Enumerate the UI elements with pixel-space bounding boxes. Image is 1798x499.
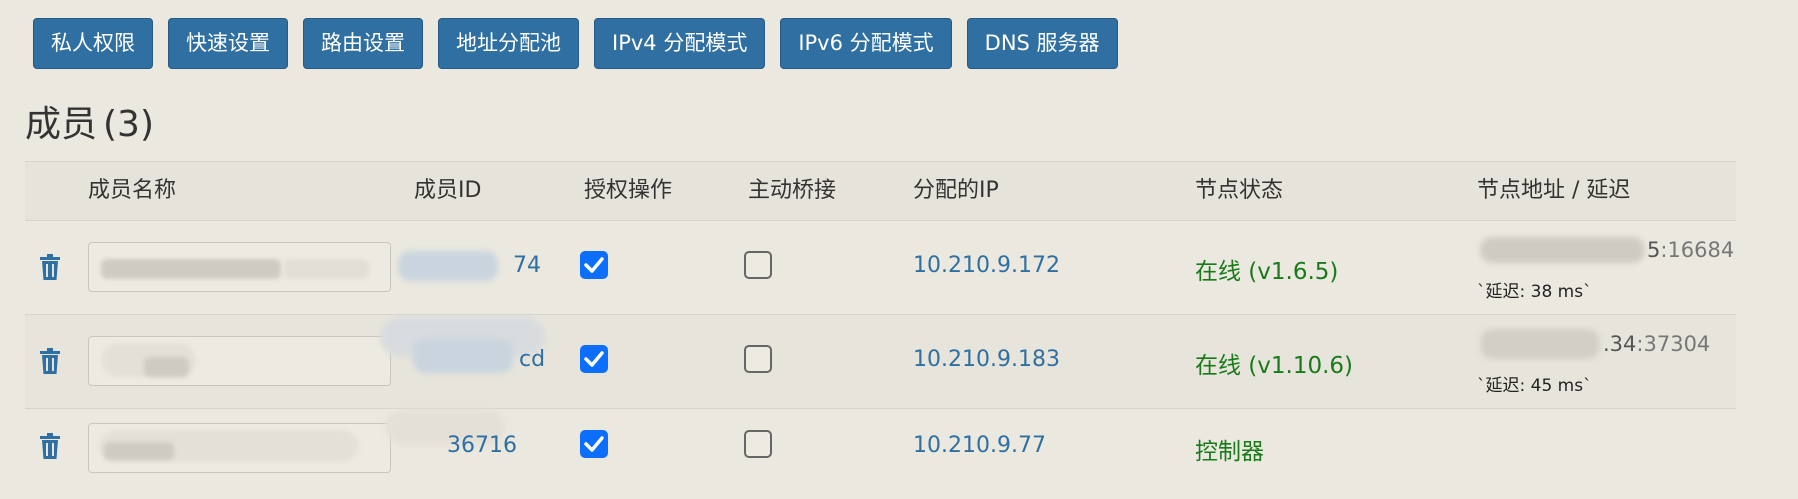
quick-settings-button[interactable]: 快速设置	[168, 18, 288, 69]
dns-server-button[interactable]: DNS 服务器	[966, 18, 1118, 69]
assigned-ip[interactable]: 10.210.9.172	[913, 253, 1060, 278]
node-address-visible: 5	[1647, 238, 1661, 262]
node-latency: `延迟: 38 ms`	[1477, 282, 1592, 302]
check-icon	[584, 436, 604, 452]
node-address: .34:37304	[1603, 332, 1710, 356]
ipv4-assign-mode-button[interactable]: IPv4 分配模式	[594, 18, 766, 69]
route-settings-button[interactable]: 路由设置	[303, 18, 423, 69]
authorize-checkbox[interactable]	[580, 430, 608, 458]
toolbar: 私人权限 快速设置 路由设置 地址分配池 IPv4 分配模式 IPv6 分配模式…	[33, 18, 1133, 69]
member-id[interactable]: 36716	[447, 433, 517, 458]
node-address-redacted	[1480, 237, 1645, 263]
col-authorize: 授权操作	[584, 178, 673, 203]
members-title-text: 成员	[25, 104, 98, 145]
node-status: 控制器	[1195, 439, 1264, 465]
node-address-port: :37304	[1636, 332, 1711, 356]
check-icon	[584, 257, 604, 273]
node-address-visible: .34	[1603, 332, 1637, 356]
col-bridge: 主动桥接	[748, 178, 837, 203]
col-assigned-ip: 分配的IP	[913, 178, 999, 203]
table-row: 74 10.210.9.172 在线 (v1.6.5) 5:16684 `延迟:…	[25, 221, 1736, 315]
node-status: 在线 (v1.6.5)	[1195, 259, 1339, 285]
member-name-input[interactable]	[88, 336, 391, 386]
address-pool-button[interactable]: 地址分配池	[438, 18, 579, 69]
node-address: 5:16684	[1647, 238, 1734, 262]
members-title: 成员 (3)	[25, 102, 154, 148]
trash-icon[interactable]	[39, 433, 61, 459]
col-node-status: 节点状态	[1195, 178, 1284, 203]
col-member-id: 成员ID	[414, 178, 482, 203]
member-id-redacted	[413, 339, 513, 373]
node-status: 在线 (v1.10.6)	[1195, 353, 1354, 379]
member-id[interactable]: 74	[513, 253, 541, 278]
member-name-input[interactable]	[88, 423, 391, 473]
member-id-redacted	[398, 251, 498, 281]
bridge-checkbox[interactable]	[744, 430, 772, 458]
authorize-checkbox[interactable]	[580, 251, 608, 279]
table-header: 成员名称 成员ID 授权操作 主动桥接 分配的IP 节点状态 节点地址 / 延迟	[25, 161, 1736, 221]
bridge-checkbox[interactable]	[744, 345, 772, 373]
table-row: 36716 10.210.9.77 控制器	[25, 409, 1736, 487]
check-icon	[584, 351, 604, 367]
table-row: cd 10.210.9.183 在线 (v1.10.6) .34:37304 `…	[25, 315, 1736, 409]
node-address-redacted	[1480, 329, 1600, 359]
members-table: 成员名称 成员ID 授权操作 主动桥接 分配的IP 节点状态 节点地址 / 延迟…	[25, 161, 1736, 487]
members-count: (3)	[103, 104, 155, 145]
assigned-ip[interactable]: 10.210.9.183	[913, 347, 1060, 372]
ipv6-assign-mode-button[interactable]: IPv6 分配模式	[780, 18, 952, 69]
trash-icon[interactable]	[39, 348, 61, 374]
assigned-ip[interactable]: 10.210.9.77	[913, 433, 1046, 458]
member-id[interactable]: cd	[519, 347, 545, 372]
node-address-port: :16684	[1660, 238, 1735, 262]
private-permission-button[interactable]: 私人权限	[33, 18, 153, 69]
node-latency: `延迟: 45 ms`	[1477, 376, 1592, 396]
member-name-input[interactable]	[88, 242, 391, 292]
col-member-name: 成员名称	[88, 178, 177, 203]
trash-icon[interactable]	[39, 254, 61, 280]
bridge-checkbox[interactable]	[744, 251, 772, 279]
col-node-address: 节点地址 / 延迟	[1477, 178, 1631, 203]
authorize-checkbox[interactable]	[580, 345, 608, 373]
